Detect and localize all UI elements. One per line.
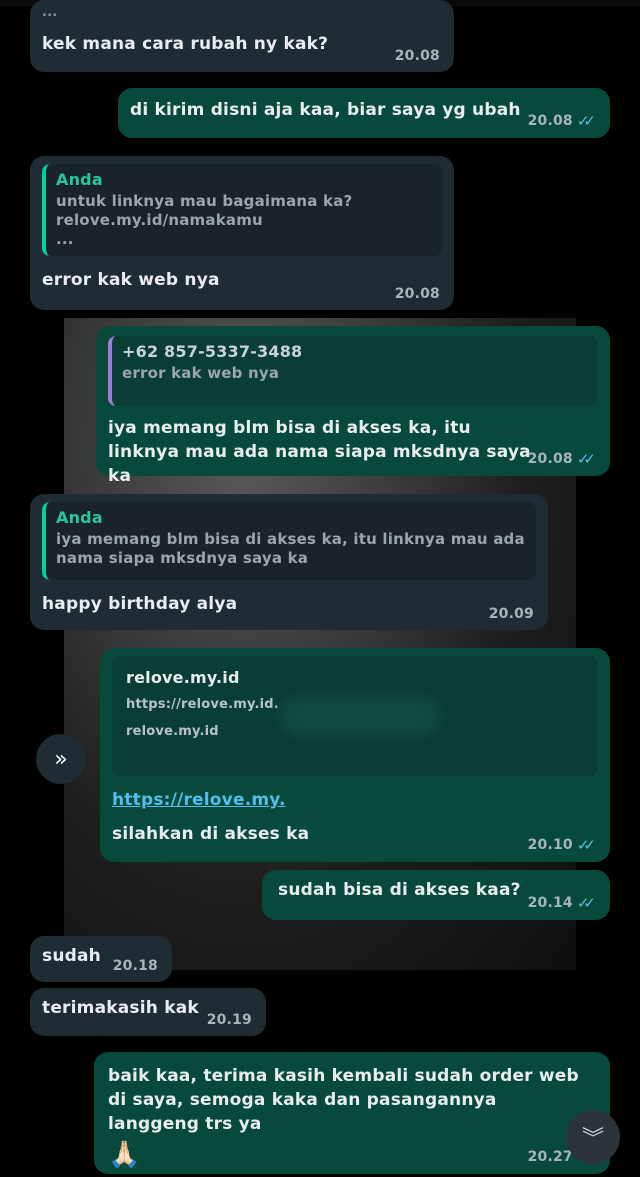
- message-ellipsis: ...: [42, 5, 58, 20]
- message-text: error kak web nya: [42, 270, 220, 290]
- message-text: iya memang blm bisa di akses ka, itu lin…: [108, 418, 531, 486]
- quote-text: untuk linknya mau bagaimana ka? relove.my…: [56, 192, 353, 248]
- quoted-message[interactable]: Anda iya memang blm bisa di akses ka, it…: [42, 502, 536, 580]
- message-time: 20.14 ✓✓: [528, 894, 596, 912]
- message-outgoing[interactable]: relove.my.id https://relove.my.id. relov…: [100, 648, 610, 862]
- double-check-icon: ✓✓: [576, 836, 596, 854]
- message-text: happy birthday alya: [42, 594, 238, 614]
- message-outgoing[interactable]: sudah bisa di akses kaa? 20.14 ✓✓: [262, 870, 610, 920]
- praying-hands-emoji: 🙏🏻: [108, 1140, 141, 1170]
- message-time: 20.10 ✓✓: [528, 836, 596, 854]
- message-outgoing[interactable]: +62 857-5337-3488 error kak web nya iya …: [96, 326, 610, 486]
- double-check-icon: ✓✓: [576, 112, 596, 130]
- message-incoming[interactable]: ... kek mana cara rubah ny kak? 20.08: [30, 0, 454, 72]
- message-time: 20.08 ✓✓: [528, 450, 596, 468]
- link-preview[interactable]: relove.my.id https://relove.my.id. relov…: [112, 656, 598, 776]
- scroll-down-icon[interactable]: ︾: [566, 1110, 620, 1164]
- double-check-icon: ✓✓: [576, 450, 596, 468]
- double-check-icon: ✓✓: [576, 894, 596, 912]
- message-time: 20.08 ✓✓: [528, 112, 596, 130]
- message-outgoing[interactable]: baik kaa, terima kasih kembali sudah ord…: [94, 1052, 610, 1174]
- quote-text: iya memang blm bisa di akses ka, itu lin…: [56, 530, 525, 567]
- message-time: 20.09: [488, 606, 534, 622]
- quote-author: Anda: [56, 170, 103, 189]
- message-link[interactable]: https://relove.my.: [112, 788, 598, 812]
- message-time: 20.18: [112, 958, 158, 974]
- blurred-region: [280, 696, 440, 736]
- link-preview-title: relove.my.id: [126, 668, 240, 687]
- quote-author: Anda: [56, 508, 103, 527]
- quoted-message[interactable]: +62 857-5337-3488 error kak web nya: [108, 336, 598, 406]
- message-incoming[interactable]: Anda untuk linknya mau bagaimana ka? relo…: [30, 156, 454, 310]
- message-text: baik kaa, terima kasih kembali sudah ord…: [108, 1066, 579, 1134]
- quote-author: +62 857-5337-3488: [122, 342, 303, 361]
- message-time: 20.08: [394, 48, 440, 64]
- message-time: 20.08: [394, 286, 440, 302]
- message-incoming[interactable]: Anda iya memang blm bisa di akses ka, it…: [30, 494, 548, 630]
- quoted-message[interactable]: Anda untuk linknya mau bagaimana ka? relo…: [42, 164, 442, 256]
- quote-text: error kak web nya: [122, 364, 280, 382]
- message-incoming[interactable]: terimakasih kak 20.19: [30, 988, 266, 1036]
- message-text: kek mana cara rubah ny kak?: [42, 34, 329, 54]
- message-incoming[interactable]: sudah 20.18: [30, 936, 172, 982]
- forward-icon[interactable]: »: [36, 734, 86, 784]
- message-time: 20.19: [206, 1012, 252, 1028]
- message-outgoing[interactable]: di kirim disni aja kaa, biar saya yg uba…: [118, 88, 610, 138]
- message-text: silahkan di akses ka: [112, 824, 310, 844]
